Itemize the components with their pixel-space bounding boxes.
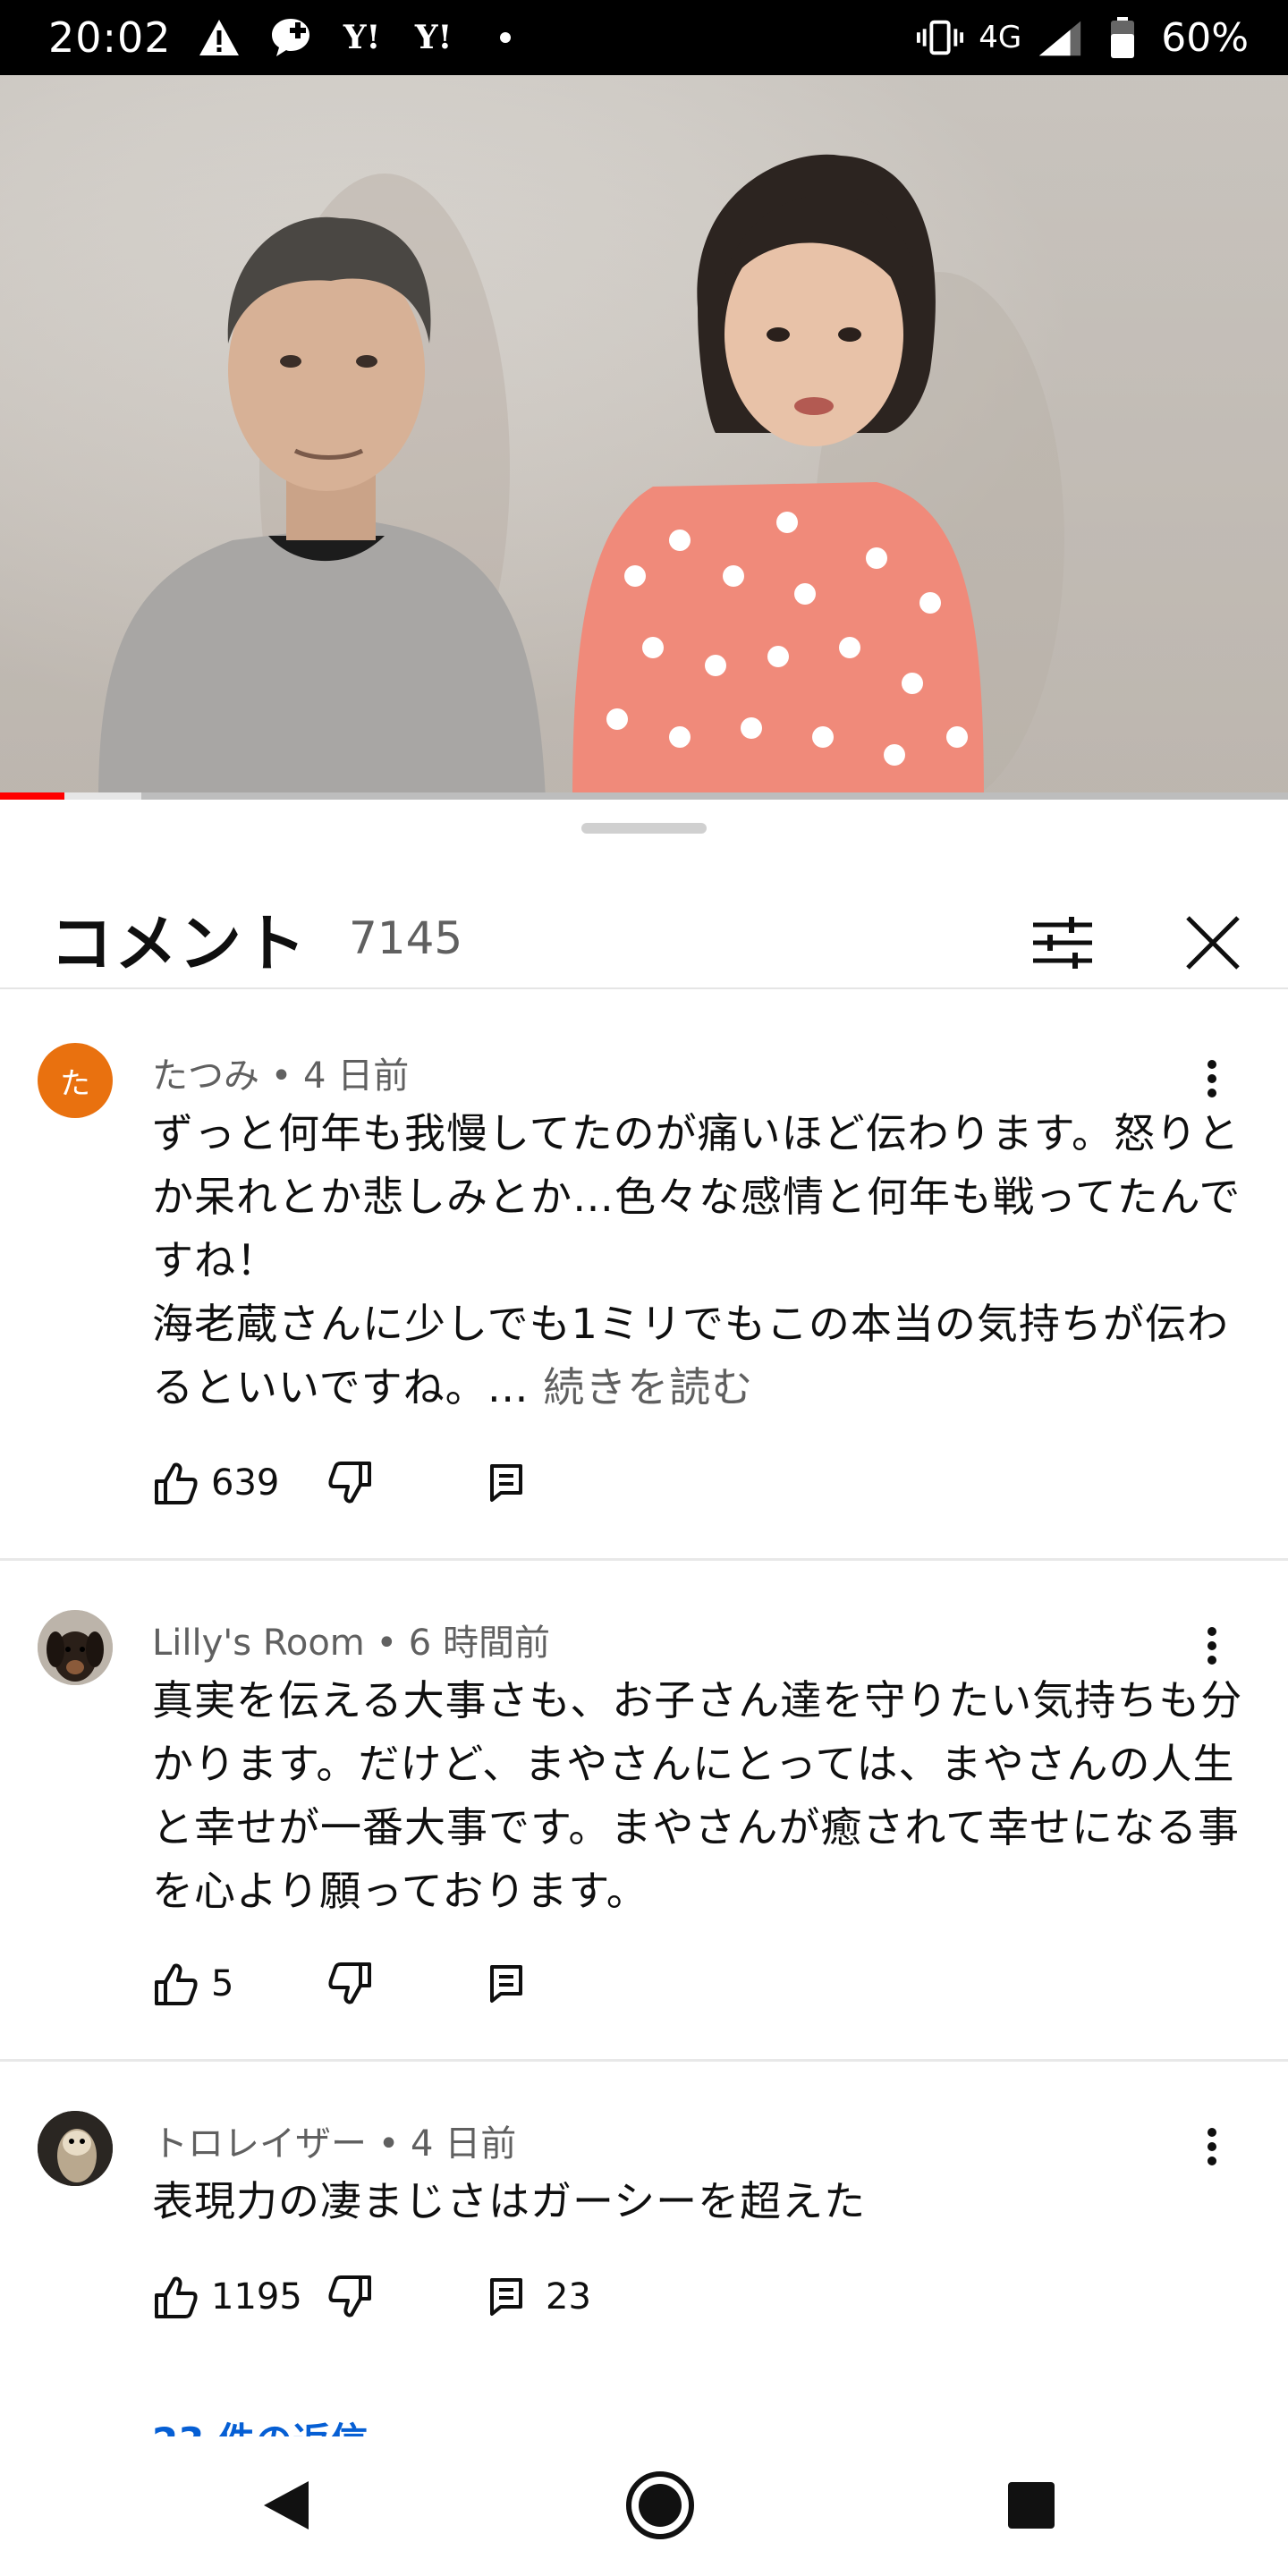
vibrate-icon	[916, 13, 964, 62]
comment-text: 真実を伝える大事さも、お子さん達を守りたい気持ちも分かります。だけど、まやさんに…	[152, 1676, 1243, 1915]
thumbs-up-icon	[155, 1963, 198, 2005]
comment-author[interactable]: Lilly's Room	[152, 1623, 365, 1664]
dislike-button[interactable]	[327, 1460, 374, 1506]
replies-link[interactable]: 23 件の返信	[152, 2411, 368, 2438]
reply-button[interactable]	[483, 1460, 530, 1506]
comment-actions: 1195 23	[152, 2270, 591, 2324]
comment-time: 4 日前	[303, 1055, 410, 1097]
reply-button[interactable]	[483, 2274, 530, 2320]
comment-text: ずっと何年も我慢してたのが痛いほど伝わります。怒りとか呆れとか悲しみとか…色々な…	[152, 1102, 1243, 1419]
comment-meta: Lilly's Room • 6 時間前	[152, 1623, 550, 1664]
comment-meta: たつみ • 4 日前	[152, 1055, 410, 1097]
comment-text: 表現力の凄まじさはガーシーを超えた	[152, 2177, 867, 2225]
close-button[interactable]	[1177, 907, 1249, 979]
comments-count: 7145	[349, 912, 463, 964]
message-plus-icon	[267, 13, 315, 62]
close-icon	[1186, 916, 1240, 970]
status-bar: 20:02 Y! Y! 4G 60%	[0, 0, 1288, 75]
thumbs-down-icon	[328, 1462, 371, 1504]
like-count: 5	[211, 1963, 234, 2004]
battery-level: 60%	[1161, 14, 1249, 61]
video-frame	[0, 75, 1288, 800]
signal-icon	[1036, 13, 1084, 62]
back-triangle-icon	[264, 2481, 309, 2529]
navigation-bar	[0, 2436, 1288, 2576]
like-button[interactable]	[152, 1460, 199, 1506]
yahoo-icon: Y!	[343, 19, 381, 56]
comment-time: 4 日前	[411, 2123, 517, 2165]
video-player[interactable]	[0, 75, 1288, 800]
home-circle-icon	[626, 2471, 694, 2539]
more-vert-icon	[1208, 1627, 1216, 1665]
sort-filter-button[interactable]	[1027, 907, 1098, 979]
reply-icon	[490, 2278, 522, 2316]
avatar[interactable]	[38, 1610, 113, 1685]
comment-divider	[0, 2059, 1288, 2062]
network-type: 4G	[979, 20, 1022, 55]
dislike-button[interactable]	[327, 2274, 374, 2320]
avatar-letter: た	[60, 1065, 90, 1102]
avatar[interactable]: た	[38, 1043, 113, 1118]
comment-time: 6 時間前	[408, 1623, 550, 1664]
owl-avatar-image	[38, 2111, 113, 2186]
avatar[interactable]	[38, 2111, 113, 2186]
reply-icon	[490, 1965, 522, 2003]
thumbs-down-icon	[328, 2275, 371, 2318]
reply-count: 23	[546, 2276, 591, 2318]
video-progress-fill	[0, 792, 64, 800]
back-button[interactable]	[245, 2465, 326, 2546]
comment-meta: トロレイザー • 4 日前	[152, 2123, 517, 2165]
dog-avatar-image	[38, 1610, 113, 1685]
dislike-button[interactable]	[327, 1961, 374, 2007]
drag-handle[interactable]	[581, 823, 707, 834]
like-button[interactable]	[152, 2274, 199, 2320]
read-more-link[interactable]: 続きを読む	[543, 1363, 753, 1411]
header-divider	[0, 987, 1288, 989]
warning-icon	[195, 13, 243, 62]
reply-button[interactable]	[483, 1961, 530, 2007]
reply-icon	[490, 1464, 522, 1502]
thumbs-down-icon	[328, 1962, 371, 2004]
sliders-icon	[1033, 917, 1092, 969]
yahoo-icon: Y!	[414, 19, 453, 56]
thumbs-up-icon	[155, 1462, 198, 1504]
square-icon	[1008, 2482, 1055, 2529]
like-button[interactable]	[152, 1961, 199, 2007]
like-count: 1195	[211, 2276, 302, 2318]
video-progress-bar[interactable]	[0, 792, 1288, 800]
more-vert-icon	[1208, 1060, 1216, 1097]
thumbs-up-icon	[155, 2276, 198, 2318]
comments-header: コメント 7145	[0, 862, 1288, 1014]
comment-actions: 639	[152, 1456, 522, 1510]
comment-divider	[0, 1558, 1288, 1561]
comment-actions: 5	[152, 1957, 522, 2011]
more-vert-icon	[1208, 2128, 1216, 2165]
dot-icon	[481, 13, 530, 62]
like-count: 639	[211, 1462, 280, 1504]
battery-icon	[1098, 13, 1147, 62]
comment-author[interactable]: トロレイザー	[152, 2123, 367, 2165]
status-time: 20:02	[48, 13, 172, 62]
home-button[interactable]	[620, 2465, 700, 2546]
recents-button[interactable]	[991, 2465, 1072, 2546]
comment-author[interactable]: たつみ	[152, 1055, 259, 1097]
comments-title: コメント	[50, 906, 308, 980]
